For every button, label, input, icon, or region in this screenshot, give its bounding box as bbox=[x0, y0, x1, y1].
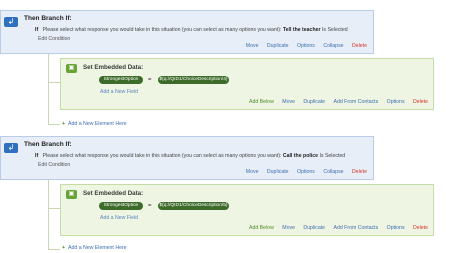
condition-choice[interactable]: Tell the teacher bbox=[283, 27, 321, 33]
plus-icon[interactable]: + bbox=[62, 245, 65, 251]
condition-question: Please select what response you would ta… bbox=[42, 27, 282, 33]
field-name-pill[interactable]: StrongestOption bbox=[99, 202, 143, 210]
delete-button[interactable]: Delete bbox=[352, 43, 367, 49]
tree-connector bbox=[48, 82, 60, 83]
move-button[interactable]: Move bbox=[282, 225, 295, 231]
field-value-pill[interactable]: ${q://QID1/ChoiceDescription/5} bbox=[158, 202, 229, 210]
duplicate-button[interactable]: Duplicate bbox=[303, 99, 325, 105]
add-from-contacts-button[interactable]: Add From Contacts bbox=[334, 99, 379, 105]
edit-condition-link[interactable]: Edit Condition bbox=[38, 162, 70, 168]
equals-sign: = bbox=[148, 77, 152, 83]
add-field-link[interactable]: Add a New Field bbox=[100, 89, 138, 95]
equals-sign: = bbox=[148, 203, 152, 209]
embedded-data-block-1: ▣ Set Embedded Data: StrongestOption = $… bbox=[60, 58, 434, 110]
delete-button[interactable]: Delete bbox=[352, 169, 367, 175]
plus-icon[interactable]: + bbox=[62, 121, 65, 127]
add-below-button[interactable]: Add Below bbox=[249, 99, 274, 105]
options-button[interactable]: Options bbox=[297, 43, 315, 49]
tree-connector bbox=[48, 54, 49, 124]
collapse-button[interactable]: Collapse bbox=[323, 169, 343, 175]
embedded-data-title: Set Embedded Data: bbox=[83, 190, 144, 197]
branch-block-1: ↲ Then Branch If: If Please select what … bbox=[0, 10, 374, 54]
delete-button[interactable]: Delete bbox=[413, 225, 428, 231]
condition-if-label: If bbox=[35, 27, 39, 33]
duplicate-button[interactable]: Duplicate bbox=[267, 43, 289, 49]
options-button[interactable]: Options bbox=[297, 169, 315, 175]
branch-title: Then Branch If: bbox=[24, 15, 72, 22]
collapse-button[interactable]: Collapse bbox=[323, 43, 343, 49]
embedded-data-block-2: ▣ Set Embedded Data: StrongestOption = $… bbox=[60, 184, 434, 236]
condition-operator[interactable]: Is Selected bbox=[319, 153, 345, 159]
branch-block-2: ↲ Then Branch If: If Please select what … bbox=[0, 136, 374, 180]
branch-icon[interactable]: ↲ bbox=[4, 17, 18, 27]
options-button[interactable]: Options bbox=[387, 99, 405, 105]
embedded-data-title: Set Embedded Data: bbox=[83, 64, 144, 71]
embedded-actions: Add Below Move Duplicate Add From Contac… bbox=[242, 99, 428, 105]
branch-condition: If Please select what response you would… bbox=[35, 153, 345, 159]
add-below-button[interactable]: Add Below bbox=[249, 225, 274, 231]
branch-title: Then Branch If: bbox=[24, 141, 72, 148]
condition-question: Please select what response you would ta… bbox=[42, 153, 282, 159]
branch-condition: If Please select what response you would… bbox=[35, 27, 348, 33]
embedded-actions: Add Below Move Duplicate Add From Contac… bbox=[242, 225, 428, 231]
condition-choice[interactable]: Call the police bbox=[283, 153, 318, 159]
branch-actions: Move Duplicate Options Collapse Delete bbox=[239, 169, 367, 175]
delete-button[interactable]: Delete bbox=[413, 99, 428, 105]
add-element-link[interactable]: + Add a New Element Here bbox=[62, 245, 127, 251]
add-element-link[interactable]: + Add a New Element Here bbox=[62, 121, 127, 127]
tree-connector bbox=[48, 124, 60, 125]
tree-connector bbox=[48, 208, 60, 209]
options-button[interactable]: Options bbox=[387, 225, 405, 231]
field-value-pill[interactable]: ${q://QID1/ChoiceDescription/4} bbox=[158, 76, 229, 84]
field-name-pill[interactable]: StrongestOption bbox=[99, 76, 143, 84]
add-from-contacts-button[interactable]: Add From Contacts bbox=[334, 225, 379, 231]
branch-icon[interactable]: ↲ bbox=[4, 143, 18, 153]
condition-operator[interactable]: Is Selected bbox=[322, 27, 348, 33]
condition-if-label: If bbox=[35, 153, 39, 159]
embedded-data-icon[interactable]: ▣ bbox=[66, 190, 77, 199]
branch-actions: Move Duplicate Options Collapse Delete bbox=[239, 43, 367, 49]
edit-condition-link[interactable]: Edit Condition bbox=[38, 36, 70, 42]
tree-connector bbox=[48, 249, 60, 250]
embedded-data-icon[interactable]: ▣ bbox=[66, 64, 77, 73]
add-element-label[interactable]: Add a New Element Here bbox=[68, 121, 127, 127]
tree-connector bbox=[48, 180, 49, 250]
duplicate-button[interactable]: Duplicate bbox=[303, 225, 325, 231]
move-button[interactable]: Move bbox=[246, 43, 259, 49]
add-field-link[interactable]: Add a New Field bbox=[100, 215, 138, 221]
duplicate-button[interactable]: Duplicate bbox=[267, 169, 289, 175]
move-button[interactable]: Move bbox=[282, 99, 295, 105]
move-button[interactable]: Move bbox=[246, 169, 259, 175]
add-element-label[interactable]: Add a New Element Here bbox=[68, 245, 127, 251]
